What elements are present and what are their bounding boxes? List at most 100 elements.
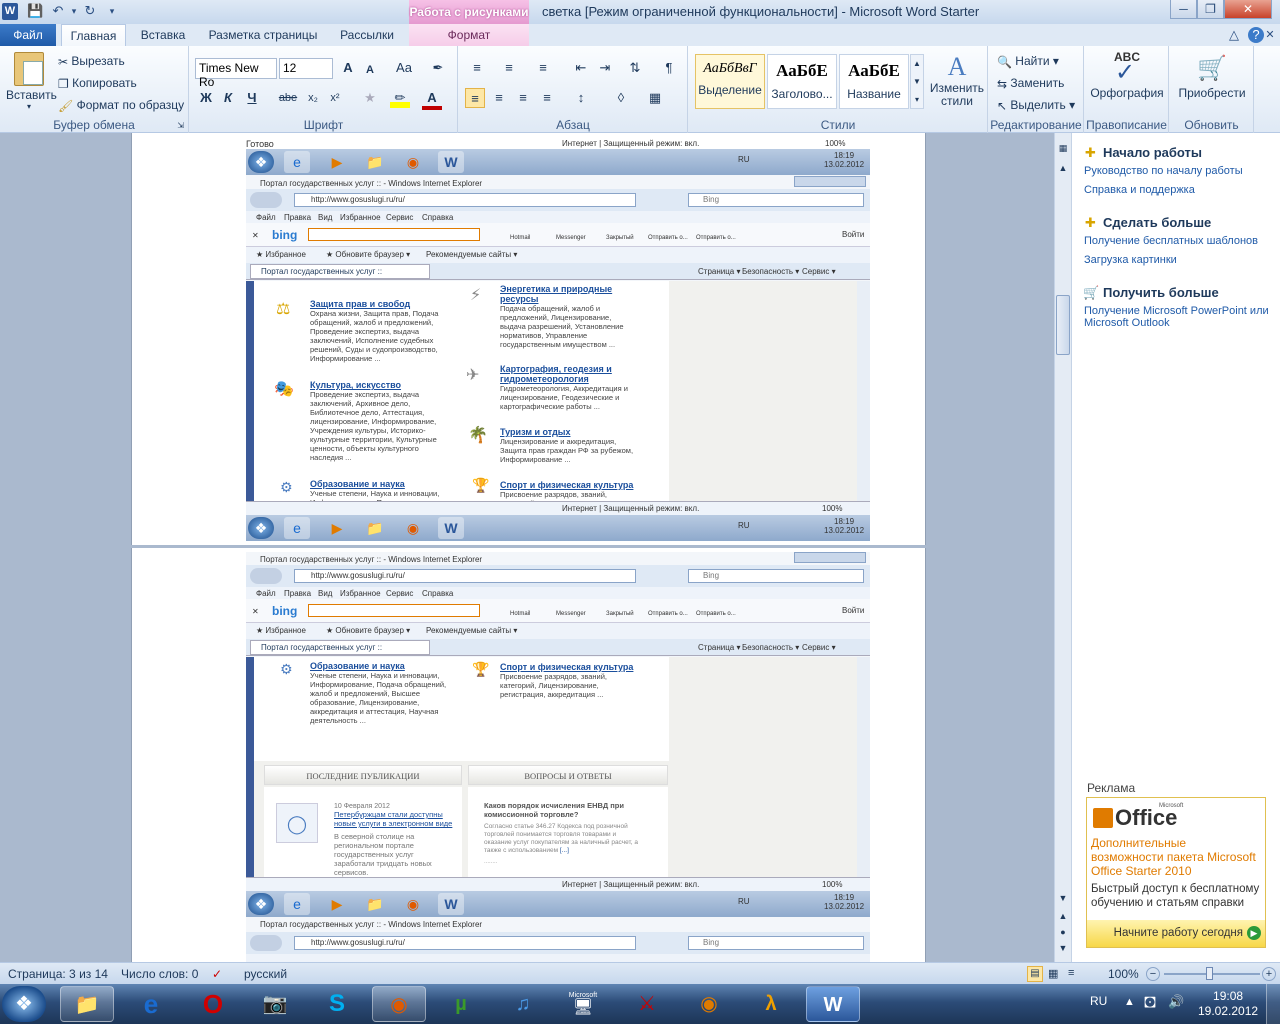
tab-file[interactable]: Файл	[0, 24, 56, 46]
tab-format[interactable]: Формат	[409, 24, 529, 46]
styles-scroll-icon[interactable]: ▲ ▼ ▾	[910, 54, 924, 109]
customize-toolbar-icon[interactable]: ▾	[104, 3, 120, 19]
redo-icon[interactable]: ↻	[82, 3, 98, 19]
justify-icon[interactable]: ≡	[537, 88, 557, 108]
grow-font-button[interactable]: A	[338, 58, 358, 78]
restore-button[interactable]: ❐	[1197, 0, 1224, 19]
ribbon-close-icon[interactable]: ✕	[1262, 27, 1278, 43]
find-button[interactable]: 🔍 Найти ▾	[997, 54, 1059, 69]
music-taskbar-icon[interactable]: ♫	[496, 986, 550, 1022]
scroll-thumb[interactable]	[1056, 295, 1070, 355]
zoom-level[interactable]: 100%	[1108, 967, 1139, 981]
undo-icon[interactable]: ↶	[50, 3, 66, 19]
subscript-button[interactable]: x₂	[303, 88, 323, 108]
sort-icon[interactable]: ⇅	[625, 58, 645, 78]
get-powerpoint-link[interactable]: Получение Microsoft PowerPoint или Micros…	[1084, 305, 1269, 329]
microsoft-app-taskbar-icon[interactable]: Microsoft 🖥	[556, 986, 610, 1022]
network-icon[interactable]: 🖸	[1144, 994, 1156, 1016]
style-title[interactable]: АаБбЕ Название	[839, 54, 909, 109]
close-button[interactable]: ✕	[1224, 0, 1272, 19]
getting-started-guide-link[interactable]: Руководство по началу работы	[1084, 165, 1243, 177]
highlight-icon[interactable]: ✏	[390, 88, 410, 108]
office-ad[interactable]: Office Microsoft Дополнительные возможно…	[1086, 797, 1266, 948]
download-clipart-link[interactable]: Загрузка картинки	[1084, 254, 1177, 266]
underline-button[interactable]: Ч	[242, 88, 262, 108]
font-name-field[interactable]: Times New Ro	[195, 58, 277, 89]
word-count[interactable]: Число слов: 0	[121, 967, 198, 981]
scroll-up-icon[interactable]: ▲	[1057, 163, 1069, 175]
undo-dropdown-icon[interactable]: ▾	[66, 3, 82, 19]
word-taskbar-icon[interactable]: W	[806, 986, 860, 1022]
decrease-indent-icon[interactable]: ⇤	[571, 58, 591, 78]
language-status[interactable]: русский	[244, 967, 287, 981]
change-styles-button[interactable]: A Изменить стили	[929, 52, 985, 108]
firefox-taskbar-icon[interactable]: ◉	[372, 986, 426, 1022]
zoom-out-icon[interactable]: −	[1146, 967, 1160, 981]
change-case-button[interactable]: Aa	[390, 58, 418, 78]
ie-taskbar-icon[interactable]: e	[124, 986, 178, 1022]
free-templates-link[interactable]: Получение бесплатных шаблонов	[1084, 235, 1258, 247]
full-screen-icon[interactable]: ▦	[1048, 967, 1058, 980]
tab-home[interactable]: Главная	[61, 24, 126, 46]
start-button[interactable]: ❖	[2, 986, 46, 1022]
minimize-button[interactable]: ─	[1170, 0, 1197, 19]
volume-icon[interactable]: 🔊	[1168, 994, 1184, 1010]
shading-icon[interactable]: ◊	[611, 88, 631, 108]
show-marks-icon[interactable]: ¶	[659, 58, 679, 78]
half-life-taskbar-icon[interactable]: λ	[744, 986, 798, 1022]
superscript-button[interactable]: x²	[325, 88, 345, 108]
browse-object-icon[interactable]: ●	[1057, 927, 1069, 939]
tab-mailings[interactable]: Рассылки	[332, 24, 402, 46]
cut-button[interactable]: ✂ Вырезать	[58, 54, 125, 69]
clipboard-launcher-icon[interactable]: ⇲	[177, 121, 184, 130]
paste-button[interactable]: Вставить ▾	[6, 52, 57, 111]
vertical-scrollbar[interactable]: ▦ ▲ ▼ ▲ ● ▼	[1054, 133, 1071, 962]
format-painter-button[interactable]: 🖌 Формат по образцу	[58, 98, 184, 113]
proofing-status-icon[interactable]: ✓	[212, 967, 222, 981]
media-taskbar-icon[interactable]: ◉	[682, 986, 736, 1022]
borders-icon[interactable]: ▦	[645, 88, 665, 108]
embedded-screenshot-1[interactable]: ❖ e ▶ 📁 ◉ W RU 18:19 13.02.2012 Портал го…	[246, 149, 870, 541]
replace-button[interactable]: ⇆ Заменить	[997, 76, 1064, 91]
copy-button[interactable]: ❐ Копировать	[58, 76, 137, 91]
multilevel-list-icon[interactable]: ≡	[533, 58, 553, 78]
shrink-font-button[interactable]: A	[360, 60, 380, 80]
skype-taskbar-icon[interactable]: S	[310, 986, 364, 1022]
font-size-field[interactable]: 12	[279, 58, 333, 79]
strikethrough-button[interactable]: abe	[276, 88, 300, 108]
start-today-button[interactable]: Начните работу сегодня	[1087, 920, 1265, 947]
help-support-link[interactable]: Справка и поддержка	[1084, 184, 1195, 196]
style-emphasis[interactable]: АаБбВвГ Выделение	[695, 54, 765, 109]
increase-indent-icon[interactable]: ⇥	[595, 58, 615, 78]
bullets-icon[interactable]: ≡	[467, 58, 487, 78]
camera-taskbar-icon[interactable]: 📷	[248, 986, 302, 1022]
minimize-ribbon-icon[interactable]: △	[1226, 27, 1242, 43]
taskbar-language[interactable]: RU	[1090, 994, 1107, 1008]
ruler-toggle-icon[interactable]: ▦	[1057, 143, 1069, 155]
zoom-in-icon[interactable]: +	[1262, 967, 1276, 981]
italic-button[interactable]: К	[218, 88, 238, 108]
zoom-slider-thumb[interactable]	[1206, 967, 1213, 980]
align-left-icon[interactable]: ≡	[465, 88, 485, 108]
opera-taskbar-icon[interactable]: O	[186, 986, 240, 1022]
spelling-button[interactable]: ABC ✓ Орфография	[1089, 50, 1165, 100]
next-page-icon[interactable]: ▼	[1057, 943, 1069, 955]
style-heading[interactable]: АаБбЕ Заголово...	[767, 54, 837, 109]
scroll-down-icon[interactable]: ▼	[1057, 893, 1069, 905]
document-page-2[interactable]: Портал государственных услуг :: - Window…	[131, 548, 926, 962]
tab-page-layout[interactable]: Разметка страницы	[200, 24, 326, 46]
document-page-1[interactable]: Готово Интернет | Защищенный режим: вкл.…	[131, 133, 926, 545]
text-effects-icon[interactable]: ★	[360, 88, 380, 108]
print-layout-icon[interactable]: ▤	[1027, 966, 1043, 982]
taskbar-clock[interactable]: 19:08 19.02.2012	[1198, 989, 1258, 1019]
tray-arrow-icon[interactable]: ▲	[1124, 996, 1135, 1008]
game-taskbar-icon[interactable]: ⚔	[620, 986, 674, 1022]
word-app-icon[interactable]: W	[2, 3, 18, 20]
previous-page-icon[interactable]: ▲	[1057, 911, 1069, 923]
clear-formatting-icon[interactable]: ✒	[428, 58, 448, 78]
save-icon[interactable]: 💾	[27, 3, 43, 19]
draft-view-icon[interactable]: ≡	[1068, 967, 1074, 979]
page-count[interactable]: Страница: 3 из 14	[8, 967, 108, 981]
tab-insert[interactable]: Вставка	[132, 24, 194, 46]
align-right-icon[interactable]: ≡	[513, 88, 533, 108]
